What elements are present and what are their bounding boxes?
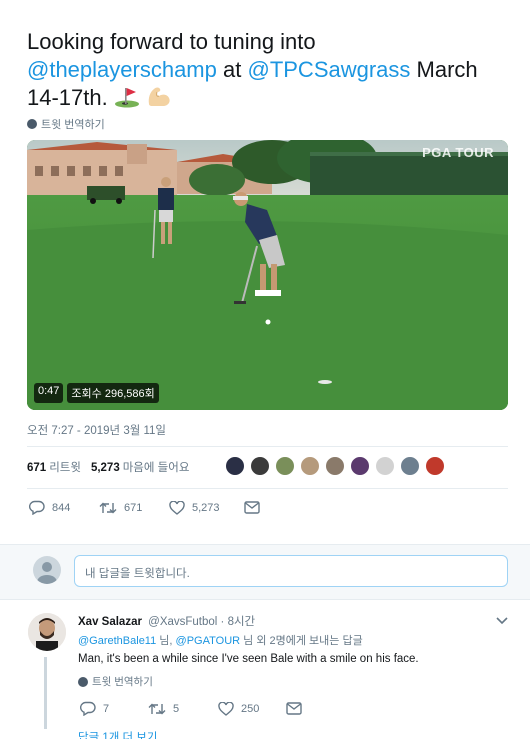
liker-avatar[interactable] (250, 456, 270, 476)
video-meta: 0:47 조회수 296,586회 (34, 383, 159, 403)
envelope-icon (286, 702, 302, 715)
thread-line (44, 657, 47, 729)
my-avatar (33, 556, 61, 584)
liker-avatars (225, 456, 445, 476)
show-more-replies-link[interactable]: 답글 1개 더 보기 (78, 729, 157, 739)
reply-retweet-count: 5 (173, 702, 180, 715)
message-action[interactable] (244, 501, 260, 514)
default-avatar-icon (37, 562, 57, 584)
retweet-icon (148, 703, 166, 714)
tweet-timestamp[interactable]: 오전 7:27 - 2019년 3월 11일 (27, 422, 166, 438)
reply-message-action[interactable] (286, 702, 302, 715)
translate-reply-link[interactable]: 트윗 번역하기 (78, 674, 153, 689)
liker-avatar[interactable] (375, 456, 395, 476)
like-count: 5,273 (192, 501, 220, 514)
reply-avatar[interactable] (28, 613, 66, 651)
like-action[interactable]: 5,273 (169, 500, 244, 515)
reply-header: Xav Salazar @XavsFutbol · 8시간 (78, 613, 255, 629)
reply-icon (80, 701, 96, 716)
reply-avatar-image (28, 613, 66, 651)
reply-reply-action[interactable]: 7 (80, 701, 148, 716)
likes-stat-label: 마음에 들어요 (122, 462, 190, 474)
retweet-count: 671 (124, 501, 143, 514)
liker-avatar[interactable] (425, 456, 445, 476)
reply-translate-label: 트윗 번역하기 (92, 676, 153, 688)
reply-to-honorific: 님, (159, 635, 173, 647)
mention-garethbale11[interactable]: @GarethBale11 (78, 635, 156, 647)
video-duration: 0:47 (34, 383, 64, 403)
envelope-icon (244, 501, 260, 514)
mention-theplayerschamp[interactable]: @theplayerschamp (27, 57, 217, 82)
replying-to: @GarethBale11 님, @PGATOUR 님 외 2명에게 보내는 답… (78, 632, 363, 648)
heart-icon (218, 701, 234, 716)
translate-label: 트윗 번역하기 (41, 119, 105, 131)
retweet-action[interactable]: 671 (99, 501, 169, 515)
reply-input[interactable]: 내 답글을 트윗합니다. (74, 555, 508, 587)
liker-avatar[interactable] (400, 456, 420, 476)
flexed-biceps-emoji (146, 84, 172, 115)
reply-like-count: 250 (241, 702, 260, 715)
reply-action[interactable]: 844 (29, 500, 99, 515)
video-player[interactable]: PGA TOUR 0:47 조회수 296,586회 (27, 140, 508, 410)
mention-pgatour[interactable]: @PGATOUR (176, 635, 241, 647)
heart-icon (169, 500, 185, 515)
reply-author-name[interactable]: Xav Salazar (78, 616, 142, 628)
retweets-stat-count: 671 (27, 462, 47, 474)
globe-icon (78, 676, 88, 687)
mention-tpcsawgrass[interactable]: @TPCSawgrass (247, 57, 410, 82)
tweet-text: Looking forward to tuning into @theplaye… (27, 28, 507, 115)
chevron-down-icon[interactable] (496, 617, 508, 625)
video-frame (27, 140, 508, 410)
tweet-text-part2: at (223, 57, 242, 82)
reply-to-suffix: 님 외 2명에게 보내는 답글 (243, 635, 363, 647)
video-views: 조회수 296,586회 (67, 383, 159, 403)
video-watermark: PGA TOUR (422, 145, 494, 160)
tweet-actions: 844 671 5,273 (29, 500, 260, 515)
liker-avatar[interactable] (225, 456, 245, 476)
liker-avatar[interactable] (275, 456, 295, 476)
reply-text: Man, it's been a while since I've seen B… (78, 653, 419, 665)
likes-stat[interactable]: 5,273 마음에 들어요 (91, 459, 189, 475)
liker-avatar[interactable] (300, 456, 320, 476)
tweet-text-part1: Looking forward to tuning into (27, 29, 316, 54)
reply-author-handle[interactable]: @XavsFutbol (148, 616, 217, 628)
divider (27, 488, 508, 489)
reply-reply-count: 7 (103, 702, 110, 715)
retweets-stat[interactable]: 671 리트윗 (27, 459, 81, 475)
reply-icon (29, 500, 45, 515)
divider (27, 446, 508, 447)
reply-time[interactable]: · 8시간 (221, 616, 256, 628)
retweets-stat-label: 리트윗 (49, 462, 81, 474)
reply-count: 844 (52, 501, 71, 514)
likes-stat-count: 5,273 (90, 462, 120, 474)
liker-avatar[interactable] (350, 456, 370, 476)
flag-in-hole-emoji (114, 86, 140, 115)
reply-like-action[interactable]: 250 (218, 701, 286, 716)
globe-icon (27, 119, 37, 129)
reply-retweet-action[interactable]: 5 (148, 702, 218, 716)
reply-tweet[interactable]: Xav Salazar @XavsFutbol · 8시간 @GarethBal… (0, 601, 530, 739)
reply-actions: 7 5 250 (80, 701, 302, 716)
liker-avatar[interactable] (325, 456, 345, 476)
translate-tweet-link[interactable]: 트윗 번역하기 (27, 116, 105, 132)
retweet-icon (99, 502, 117, 513)
tweet-stats: 671 리트윗 5,273 마음에 들어요 (27, 459, 189, 475)
